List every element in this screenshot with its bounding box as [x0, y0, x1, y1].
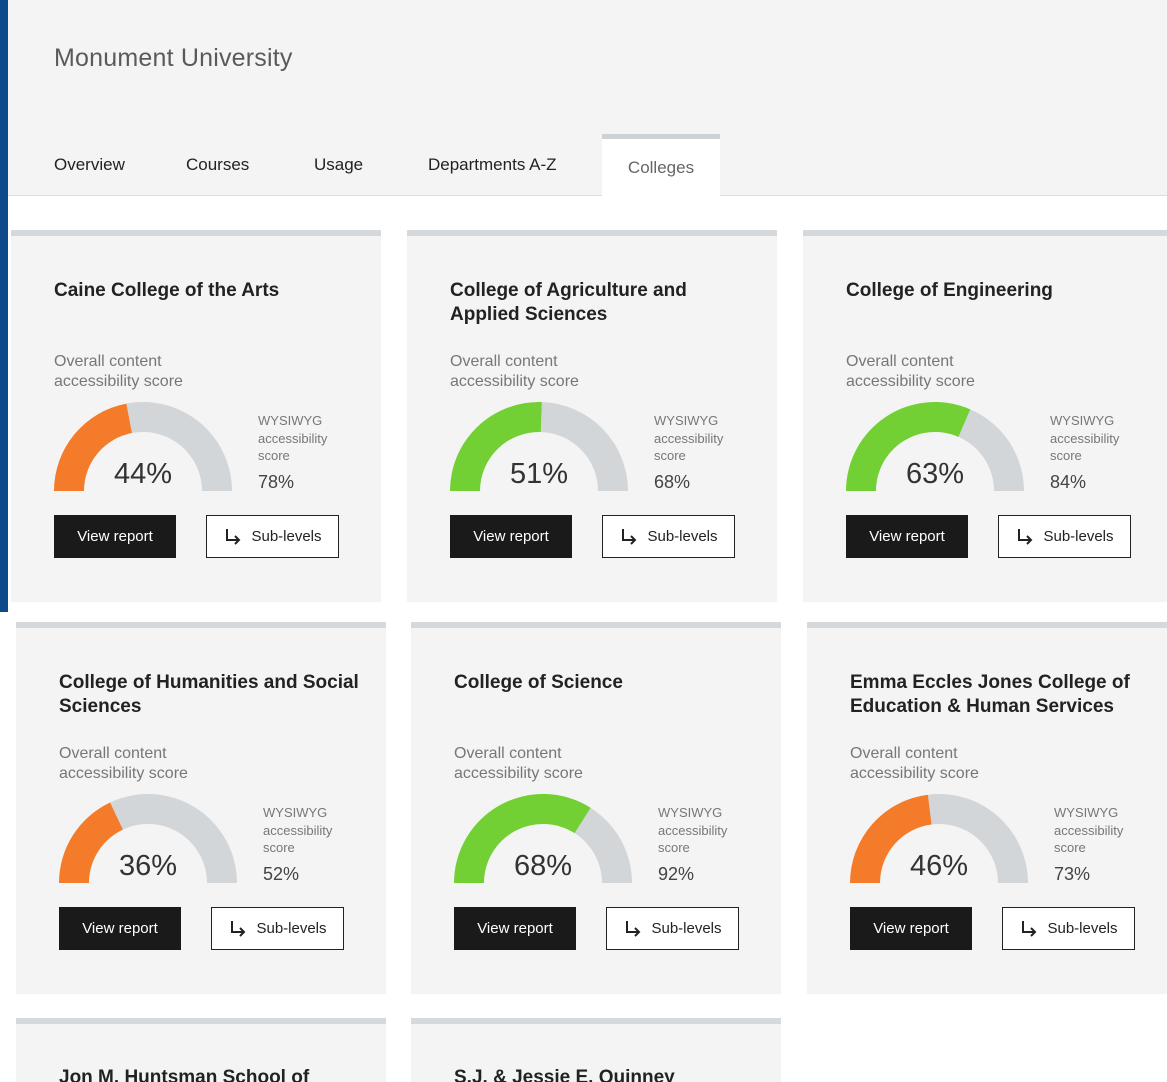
college-name: Emma Eccles Jones College of Education &…	[850, 672, 1130, 717]
tab-usage[interactable]: Usage	[314, 155, 363, 175]
college-card: College of Agriculture and Applied Scien…	[407, 230, 777, 602]
overall-score-value: 63%	[905, 458, 965, 490]
college-card: College of Humanities and Social Science…	[16, 622, 386, 994]
sub-levels-button[interactable]: Sub-levels	[602, 515, 735, 558]
college-card: S.J. & Jessie E. Quinney	[411, 1018, 781, 1082]
college-card: Emma Eccles Jones College of Education &…	[807, 622, 1167, 994]
overall-score-label: Overall content accessibility score	[850, 745, 979, 782]
view-report-button[interactable]: View report	[450, 515, 572, 558]
overall-score-value: 36%	[118, 850, 178, 882]
college-name: S.J. & Jessie E. Quinney	[454, 1067, 675, 1082]
arrow-down-right-icon	[1018, 528, 1033, 545]
college-card: Jon M. Huntsman School of	[16, 1018, 386, 1082]
view-report-button[interactable]: View report	[850, 907, 972, 950]
wysiwyg-score-label: WYSIWYG accessibility score	[1050, 413, 1120, 463]
college-name: College of Science	[454, 672, 623, 693]
wysiwyg-score-value: 84%	[1050, 472, 1087, 492]
overall-score-label: Overall content accessibility score	[450, 353, 579, 390]
sub-levels-label: Sub-levels	[1043, 528, 1114, 545]
college-card: Caine College of the Arts Overall conten…	[11, 230, 381, 602]
arrow-down-right-icon	[226, 528, 241, 545]
sub-levels-label: Sub-levels	[647, 528, 718, 545]
sub-levels-label: Sub-levels	[651, 920, 722, 937]
sub-levels-label: Sub-levels	[1047, 920, 1118, 937]
window-edge-strip	[0, 0, 8, 612]
sub-levels-button[interactable]: Sub-levels	[998, 515, 1131, 558]
page-title: Monument University	[54, 44, 293, 72]
sub-levels-button[interactable]: Sub-levels	[211, 907, 344, 950]
sub-levels-label: Sub-levels	[256, 920, 327, 937]
page-header: Monument University Overview Courses Usa…	[8, 0, 1167, 197]
tab-departments[interactable]: Departments A-Z	[428, 155, 557, 175]
college-name: Jon M. Huntsman School of	[59, 1067, 310, 1082]
overall-score-value: 46%	[909, 850, 969, 882]
college-name: Caine College of the Arts	[54, 280, 280, 301]
view-report-button[interactable]: View report	[846, 515, 968, 558]
sub-levels-button[interactable]: Sub-levels	[206, 515, 339, 558]
wysiwyg-score-label: WYSIWYG accessibility score	[658, 805, 728, 855]
arrow-down-right-icon	[622, 528, 637, 545]
overall-score-value: 51%	[509, 458, 569, 490]
tab-colleges[interactable]: Colleges	[602, 134, 720, 197]
arrow-down-right-icon	[626, 920, 641, 937]
view-report-button[interactable]: View report	[59, 907, 181, 950]
arrow-down-right-icon	[231, 920, 246, 937]
college-card: College of Engineering Overall content a…	[803, 230, 1167, 602]
wysiwyg-score-value: 68%	[654, 472, 691, 492]
college-name: College of Humanities and Social Science…	[59, 672, 359, 717]
overall-score-label: Overall content accessibility score	[454, 745, 583, 782]
college-name: College of Engineering	[846, 280, 1053, 301]
wysiwyg-score-value: 78%	[258, 472, 295, 492]
view-report-button[interactable]: View report	[54, 515, 176, 558]
wysiwyg-score-label: WYSIWYG accessibility score	[263, 805, 333, 855]
wysiwyg-score-value: 73%	[1054, 864, 1091, 884]
tab-overview[interactable]: Overview	[54, 155, 125, 175]
college-name: College of Agriculture and Applied Scien…	[450, 280, 687, 325]
wysiwyg-score-value: 92%	[658, 864, 695, 884]
tab-courses[interactable]: Courses	[186, 155, 249, 175]
arrow-down-right-icon	[1022, 920, 1037, 937]
college-card: College of Science Overall content acces…	[411, 622, 781, 994]
overall-score-label: Overall content accessibility score	[846, 353, 975, 390]
sub-levels-button[interactable]: Sub-levels	[1002, 907, 1135, 950]
sub-levels-button[interactable]: Sub-levels	[606, 907, 739, 950]
overall-score-label: Overall content accessibility score	[54, 353, 183, 390]
overall-score-value: 68%	[513, 850, 573, 882]
wysiwyg-score-label: WYSIWYG accessibility score	[258, 413, 328, 463]
wysiwyg-score-value: 52%	[263, 864, 300, 884]
sub-levels-label: Sub-levels	[251, 528, 322, 545]
wysiwyg-score-label: WYSIWYG accessibility score	[1054, 805, 1124, 855]
view-report-button[interactable]: View report	[454, 907, 576, 950]
overall-score-value: 44%	[113, 458, 173, 490]
wysiwyg-score-label: WYSIWYG accessibility score	[654, 413, 724, 463]
overall-score-label: Overall content accessibility score	[59, 745, 188, 782]
